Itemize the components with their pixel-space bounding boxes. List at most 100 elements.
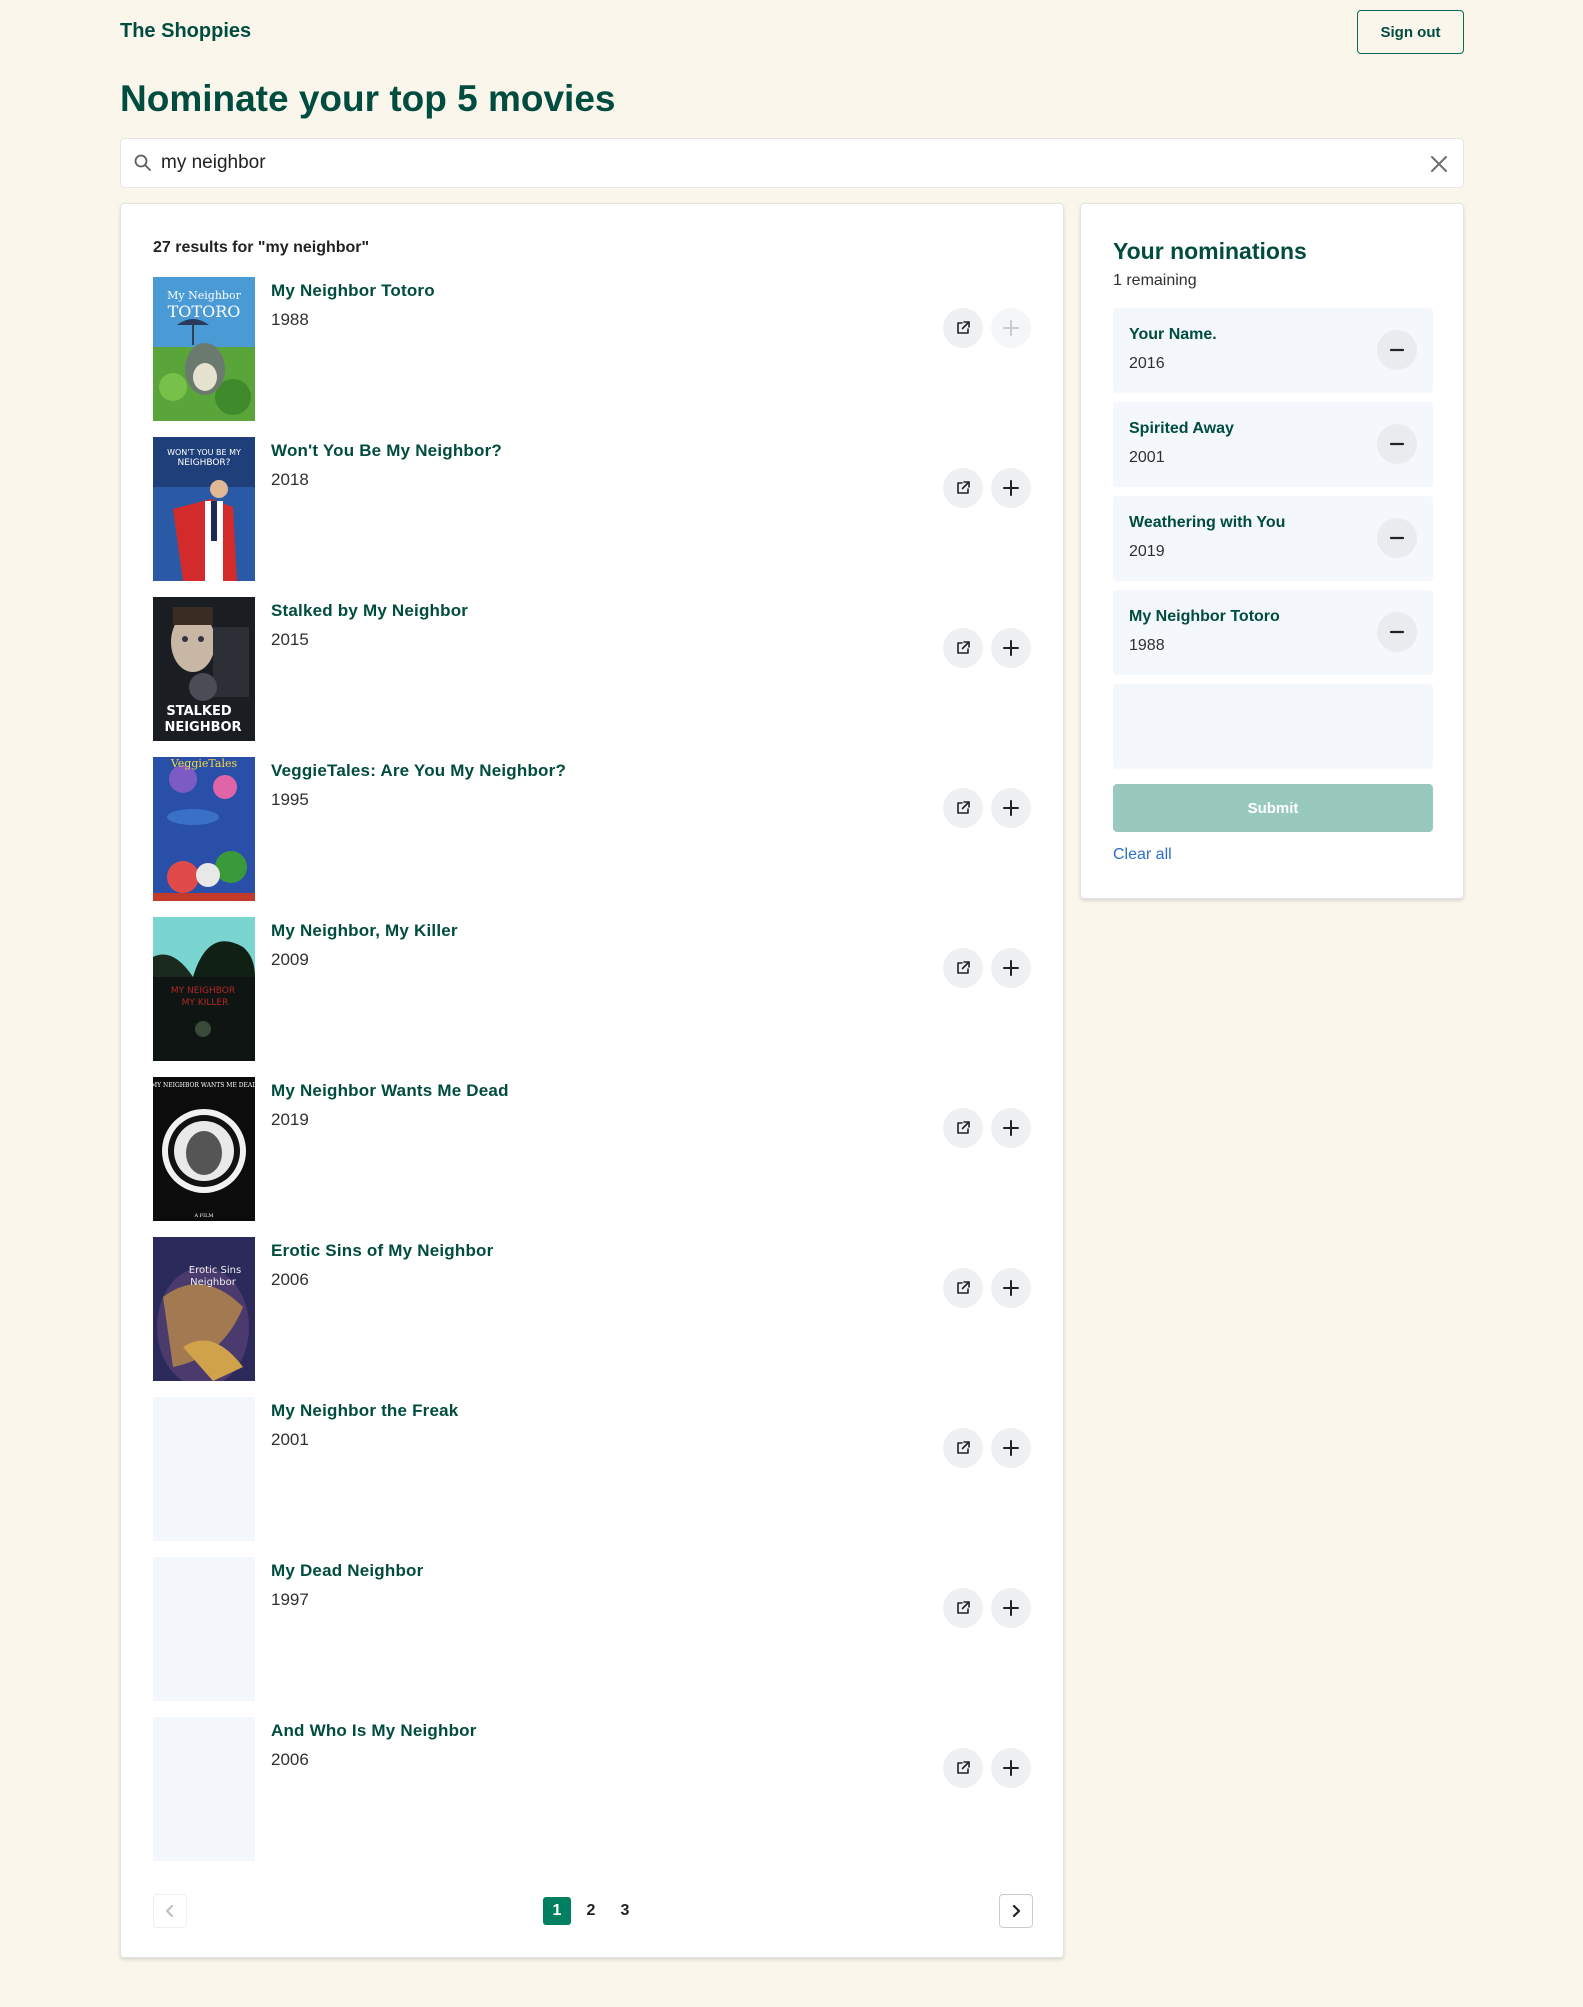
movie-title: My Dead Neighbor [271, 1561, 424, 1580]
svg-text:TOTORO: TOTORO [168, 302, 241, 321]
svg-text:NEIGHBOR?: NEIGHBOR? [178, 458, 231, 468]
movie-title: My Neighbor Totoro [271, 281, 435, 300]
movie-year: 2001 [271, 1430, 309, 1449]
movie-title: My Neighbor the Freak [271, 1401, 459, 1420]
results-list: My Neighbor TOTORO My Neighbor Totoro 1988 W… [153, 277, 1033, 1877]
result-row: STALKED NEIGHBOR Stalked by My Neighbor 201… [153, 597, 1033, 757]
nominate-button[interactable] [991, 628, 1031, 668]
minus-icon [1389, 348, 1405, 352]
chevron-right-icon [1012, 1904, 1021, 1918]
svg-text:A FILM: A FILM [193, 1213, 213, 1219]
movie-year: 2019 [271, 1110, 309, 1129]
external-link-icon [957, 1121, 970, 1134]
nominate-button[interactable] [991, 1748, 1031, 1788]
chevron-left-icon [166, 1905, 173, 1917]
poster-placeholder [153, 1557, 255, 1701]
movie-poster: MY NEIGHBOR MY KILLER [153, 917, 255, 1061]
open-details-button[interactable] [943, 308, 983, 348]
empty-nomination-slot [1113, 684, 1433, 769]
svg-text:MY NEIGHBOR: MY NEIGHBOR [171, 986, 235, 996]
minus-icon [1389, 536, 1405, 540]
nominate-button[interactable] [991, 468, 1031, 508]
nomination-year: 1988 [1129, 637, 1165, 654]
external-link-icon [957, 481, 970, 494]
plus-icon [1003, 1600, 1019, 1616]
nominate-button[interactable] [991, 788, 1031, 828]
external-link-icon [957, 321, 970, 334]
svg-text:WON'T YOU BE MY: WON'T YOU BE MY [167, 448, 241, 457]
result-row: MY NEIGHBOR MY KILLER My Neighbor, My Kill… [153, 917, 1033, 1077]
nominate-button[interactable] [991, 308, 1031, 348]
poster-placeholder [153, 1397, 255, 1541]
clear-all-link[interactable]: Clear all [1113, 846, 1172, 864]
nominate-button[interactable] [991, 1428, 1031, 1468]
search-input[interactable] [161, 139, 1401, 187]
minus-icon [1389, 630, 1405, 634]
movie-year: 2015 [271, 630, 309, 649]
nominations-card: Your nominations 1 remaining Your Name. 2… [1080, 203, 1464, 899]
submit-button[interactable]: Submit [1113, 784, 1433, 832]
sign-out-button[interactable]: Sign out [1357, 10, 1464, 54]
remove-nomination-button[interactable] [1377, 330, 1417, 370]
movie-year: 1988 [271, 310, 309, 329]
open-details-button[interactable] [943, 1268, 983, 1308]
movie-poster: VeggieTales [153, 757, 255, 901]
nomination-title: My Neighbor Totoro [1129, 608, 1280, 625]
nomination-year: 2019 [1129, 543, 1165, 560]
plus-icon [1003, 800, 1019, 816]
movie-year: 1997 [271, 1590, 309, 1609]
close-icon[interactable] [1427, 152, 1451, 176]
page-number-button[interactable]: 1 [543, 1897, 571, 1925]
movie-year: 1995 [271, 790, 309, 809]
open-details-button[interactable] [943, 788, 983, 828]
nomination-slots: Your Name. 2016 Spirited Away 2001 Weatherin… [1113, 308, 1433, 778]
open-details-button[interactable] [943, 468, 983, 508]
plus-icon [1003, 1280, 1019, 1296]
plus-icon [1003, 480, 1019, 496]
movie-title: My Neighbor, My Killer [271, 921, 458, 940]
remove-nomination-button[interactable] [1377, 424, 1417, 464]
result-row: And Who Is My Neighbor 2006 [153, 1717, 1033, 1877]
nomination-year: 2016 [1129, 355, 1165, 372]
external-link-icon [957, 1281, 970, 1294]
remove-nomination-button[interactable] [1377, 612, 1417, 652]
search-icon [134, 154, 151, 171]
nomination-slot: Spirited Away 2001 [1113, 402, 1433, 487]
open-details-button[interactable] [943, 948, 983, 988]
nominations-title: Your nominations [1113, 238, 1307, 264]
next-page-button[interactable] [999, 1894, 1033, 1928]
result-row: My Dead Neighbor 1997 [153, 1557, 1033, 1717]
page-number-button[interactable]: 2 [577, 1897, 605, 1925]
movie-title: Stalked by My Neighbor [271, 601, 469, 620]
movie-year: 2018 [271, 470, 309, 489]
nomination-slot: Your Name. 2016 [1113, 308, 1433, 393]
nominations-remaining: 1 remaining [1113, 272, 1197, 289]
external-link-icon [957, 1761, 970, 1774]
open-details-button[interactable] [943, 1428, 983, 1468]
nominate-button[interactable] [991, 1268, 1031, 1308]
pagination: 123 [153, 1894, 1033, 1928]
movie-poster: WON'T YOU BE MY NEIGHBOR? [153, 437, 255, 581]
nominate-button[interactable] [991, 1108, 1031, 1148]
open-details-button[interactable] [943, 1588, 983, 1628]
previous-page-button[interactable] [153, 1894, 187, 1928]
plus-icon [1003, 1440, 1019, 1456]
page-number-button[interactable]: 3 [611, 1897, 639, 1925]
open-details-button[interactable] [943, 1748, 983, 1788]
remove-nomination-button[interactable] [1377, 518, 1417, 558]
nomination-year: 2001 [1129, 449, 1165, 466]
result-row: WON'T YOU BE MY NEIGHBOR? Won't You Be My … [153, 437, 1033, 597]
page-title: Nominate your top 5 movies [120, 78, 616, 119]
page-numbers: 123 [543, 1897, 639, 1925]
open-details-button[interactable] [943, 628, 983, 668]
movie-title: And Who Is My Neighbor [271, 1721, 477, 1740]
nominate-button[interactable] [991, 948, 1031, 988]
poster-placeholder [153, 1717, 255, 1861]
movie-year: 2009 [271, 950, 309, 969]
svg-text:VeggieTales: VeggieTales [170, 757, 238, 770]
nominate-button[interactable] [991, 1588, 1031, 1628]
svg-text:Erotic Sins: Erotic Sins [189, 1265, 241, 1276]
top-bar: The Shoppies Sign out [120, 10, 1464, 54]
nomination-title: Your Name. [1129, 326, 1217, 343]
open-details-button[interactable] [943, 1108, 983, 1148]
